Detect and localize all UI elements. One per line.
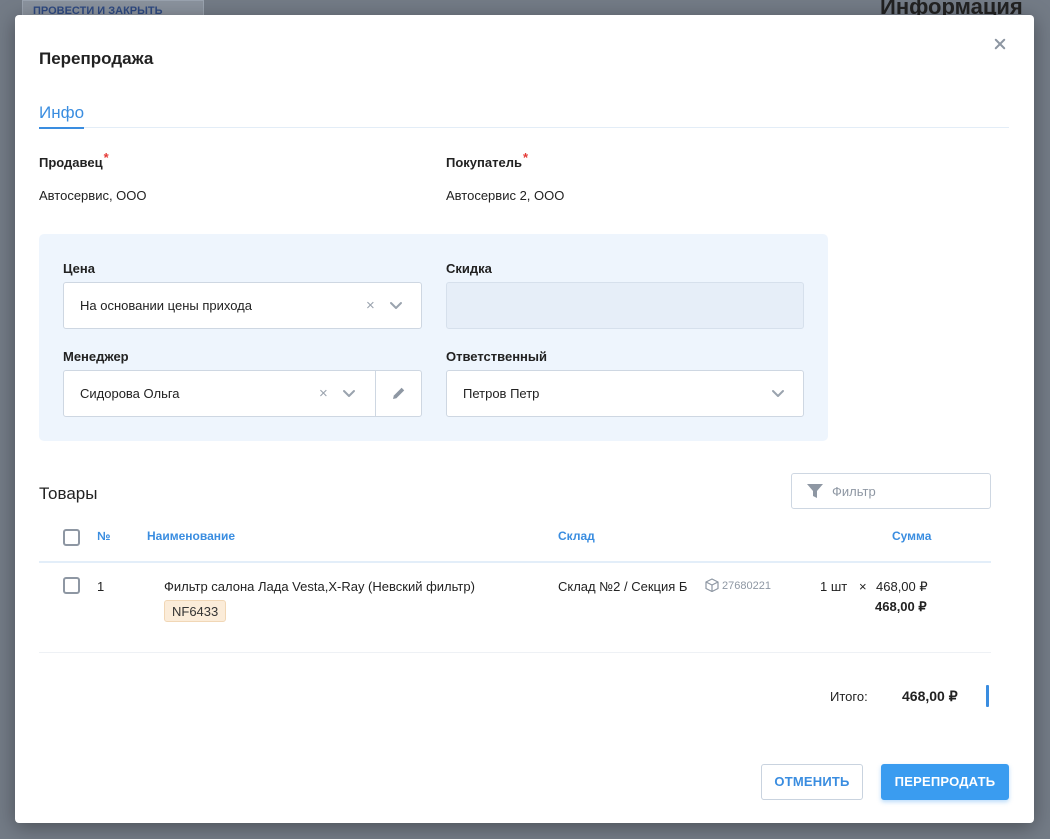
column-warehouse[interactable]: Склад: [558, 529, 595, 543]
column-name[interactable]: Наименование: [147, 529, 235, 543]
box-icon: [705, 578, 719, 592]
cancel-button[interactable]: ОТМЕНИТЬ: [761, 764, 863, 800]
scroll-indicator: [986, 685, 989, 707]
product-name[interactable]: Фильтр салона Лада Vesta,X-Ray (Невский …: [164, 579, 475, 594]
chevron-down-icon[interactable]: [770, 385, 786, 401]
stock-code: 27680221: [722, 580, 771, 592]
times-sign: ×: [859, 579, 867, 594]
warehouse-value: Склад №2 / Секция Б: [558, 579, 688, 594]
row-number: 1: [97, 579, 105, 594]
required-mark: *: [522, 150, 529, 165]
total-value: 468,00 ₽: [902, 688, 958, 704]
total-label: Итого:: [830, 689, 868, 704]
filter-icon: [807, 484, 823, 498]
buyer-value: Автосервис 2, ООО: [446, 188, 565, 203]
article-badge: NF6433: [164, 600, 227, 622]
responsible-select-value: Петров Петр: [463, 386, 540, 401]
price-select-value: На основании цены прихода: [80, 298, 252, 313]
required-mark: *: [103, 150, 109, 165]
pencil-icon: [393, 387, 405, 399]
row-divider: [39, 652, 991, 653]
price-select[interactable]: На основании цены прихода ×: [63, 282, 422, 329]
filter-field[interactable]: [791, 473, 991, 509]
discount-input[interactable]: [446, 282, 804, 329]
clear-icon[interactable]: ×: [366, 298, 376, 314]
column-sum[interactable]: Сумма: [892, 529, 931, 543]
manager-select-value: Сидорова Ольга: [80, 386, 180, 401]
buyer-label: Покупатель*: [446, 150, 528, 170]
filter-input[interactable]: [832, 482, 982, 500]
tab-bar: Инфо: [39, 103, 1009, 129]
row-sum: 468,00 ₽: [875, 599, 927, 614]
responsible-select[interactable]: Петров Петр: [446, 370, 804, 417]
row-checkbox[interactable]: [63, 577, 80, 594]
select-all-checkbox[interactable]: [63, 529, 80, 546]
buyer-label-text: Покупатель: [446, 155, 522, 170]
responsible-label: Ответственный: [446, 349, 547, 364]
column-number[interactable]: №: [97, 529, 110, 543]
dialog-title: Перепродажа: [39, 49, 154, 68]
goods-title: Товары: [39, 484, 98, 503]
chevron-down-icon[interactable]: [341, 385, 357, 401]
resale-dialog: Перепродажа Инфо Продавец* Автосервис, О…: [15, 15, 1034, 823]
settings-panel: Цена На основании цены прихода × Скидка …: [39, 234, 828, 441]
header-divider: [39, 561, 991, 563]
seller-value: Автосервис, ООО: [39, 188, 147, 203]
price-label: Цена: [63, 261, 95, 276]
quantity: 1 шт: [820, 579, 848, 594]
tab-info[interactable]: Инфо: [39, 103, 85, 129]
clear-icon[interactable]: ×: [319, 386, 329, 402]
resell-button[interactable]: ПЕРЕПРОДАТЬ: [881, 764, 1009, 800]
chevron-down-icon[interactable]: [388, 297, 404, 313]
seller-label-text: Продавец: [39, 155, 103, 170]
discount-label: Скидка: [446, 261, 492, 276]
manager-select[interactable]: Сидорова Ольга ×: [63, 370, 422, 417]
seller-label: Продавец*: [39, 150, 109, 170]
unit-price: 468,00 ₽: [876, 579, 928, 594]
manager-label: Менеджер: [63, 349, 129, 364]
edit-manager-button[interactable]: [375, 371, 422, 416]
close-icon[interactable]: [991, 35, 1009, 53]
